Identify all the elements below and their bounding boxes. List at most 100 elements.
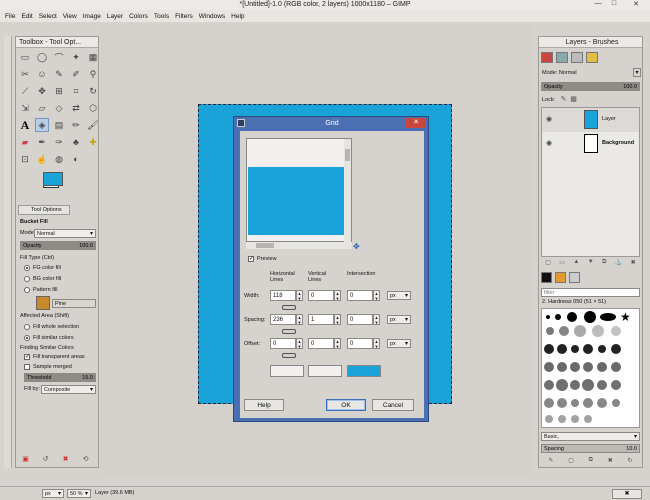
menu-image[interactable]: Image (83, 13, 101, 20)
whole-selection-radio[interactable] (24, 324, 30, 330)
gradients-tab-icon[interactable] (569, 272, 580, 283)
menu-layer[interactable]: Layer (107, 13, 123, 20)
minimize-button[interactable]: — (590, 0, 606, 10)
offset-v-input[interactable]: 0 (308, 338, 334, 349)
unit-select[interactable]: px (42, 489, 64, 498)
menu-select[interactable]: Select (39, 13, 57, 20)
convolve-icon[interactable]: ◍ (52, 152, 66, 166)
pencil-icon[interactable]: ✏ (69, 118, 83, 132)
preview-vscroll[interactable] (344, 139, 351, 243)
foreground-select-icon[interactable]: ☺ (35, 67, 49, 81)
airbrush-icon[interactable]: ✒ (35, 135, 49, 149)
width-i-stepper[interactable]: ▲ ▼ (373, 290, 380, 301)
layers-tab-icon[interactable] (541, 52, 553, 63)
brush-filter-input[interactable]: filter (541, 288, 640, 297)
spacing-v-stepper[interactable]: ▲ ▼ (334, 314, 341, 325)
measure-icon[interactable]: ⟋ (18, 84, 32, 98)
maximize-button[interactable]: □ (606, 0, 622, 10)
raise-layer-icon[interactable]: ▲ (573, 259, 579, 269)
paths-icon[interactable]: ✎ (52, 67, 66, 81)
similar-colors-radio[interactable] (24, 335, 30, 341)
brush-set-select[interactable]: Basic, (541, 432, 640, 441)
menu-filters[interactable]: Filters (175, 13, 193, 20)
navigate-icon[interactable]: ✥ (353, 242, 360, 251)
restore-preset-icon[interactable]: ↺ (41, 455, 50, 464)
brushes-tab-icon[interactable] (541, 272, 552, 283)
width-v-input[interactable]: 0 (308, 290, 334, 301)
cancel-button[interactable]: Cancel (372, 399, 414, 411)
lock-alpha-icon[interactable]: ▦ (569, 95, 578, 104)
menu-edit[interactable]: Edit (21, 13, 32, 20)
new-brush-icon[interactable]: ▢ (568, 457, 574, 467)
rect-select-icon[interactable]: ▭ (18, 50, 32, 64)
offset-i-stepper[interactable]: ▲ ▼ (373, 338, 380, 349)
text-icon[interactable]: A (18, 118, 32, 132)
bucket-fill-icon[interactable]: ◈ (35, 118, 49, 132)
delete-brush-icon[interactable]: ✖ (608, 457, 613, 467)
menu-help[interactable]: Help (231, 13, 244, 20)
free-select-icon[interactable]: ⌒ (52, 50, 66, 64)
width-unit-select[interactable]: px (387, 291, 411, 300)
duplicate-brush-icon[interactable]: ⧉ (589, 457, 593, 467)
width-h-stepper[interactable]: ▲ ▼ (296, 290, 303, 301)
close-button[interactable]: ✕ (622, 0, 650, 10)
crop-icon[interactable]: ⌗ (69, 84, 83, 98)
patterns-tab-icon[interactable] (555, 272, 566, 283)
reset-icon[interactable]: ⟲ (81, 455, 90, 464)
menu-file[interactable]: File (5, 13, 15, 20)
scissors-icon[interactable]: ✂ (18, 67, 32, 81)
offset-h-stepper[interactable]: ▲ ▼ (296, 338, 303, 349)
lower-layer-icon[interactable]: ▼ (588, 259, 594, 269)
fuzzy-select-icon[interactable]: ✦ (69, 50, 83, 64)
clone-icon[interactable]: ♣ (69, 135, 83, 149)
brush-grid[interactable]: ★ (541, 308, 640, 428)
fg-fill-radio[interactable] (24, 265, 30, 271)
opacity-slider[interactable]: Opacity 100.0 (20, 241, 96, 250)
layer-mode-value[interactable]: Normal (559, 70, 577, 76)
eye-icon[interactable]: ◉ (546, 139, 552, 147)
spacing-unit-select[interactable]: px (387, 315, 411, 324)
spacing-chain-icon[interactable] (282, 329, 296, 334)
refresh-brushes-icon[interactable]: ↻ (628, 457, 633, 467)
spacing-i-input[interactable]: 0 (347, 314, 373, 325)
offset-chain-icon[interactable] (282, 353, 296, 358)
width-h-input[interactable]: 118 (270, 290, 296, 301)
color-select-icon[interactable]: ▦ (86, 50, 100, 64)
zoom-icon[interactable]: ⚲ (86, 67, 100, 81)
offset-i-input[interactable]: 0 (347, 338, 373, 349)
delete-preset-icon[interactable]: ✖ (61, 455, 70, 464)
eraser-icon[interactable]: ▰ (18, 135, 32, 149)
delete-layer-icon[interactable]: ✖ (631, 259, 636, 269)
dodge-burn-icon[interactable]: ◐ (69, 152, 83, 166)
zoom-select[interactable]: 50 % (67, 489, 91, 498)
mode-select[interactable]: Normal (34, 229, 96, 238)
pattern-fill-radio[interactable] (24, 287, 30, 293)
ink-icon[interactable]: ✑ (52, 135, 66, 149)
threshold-slider[interactable]: Threshold 15.0 (24, 373, 96, 382)
paintbrush-icon[interactable]: 🖌 (86, 118, 100, 132)
anchor-layer-icon[interactable]: ⚓ (615, 259, 622, 269)
lock-pixels-icon[interactable]: ✎ (559, 95, 568, 104)
menu-view[interactable]: View (63, 13, 77, 20)
hlines-color-button[interactable] (270, 365, 304, 377)
new-group-icon[interactable]: ▭ (559, 259, 565, 269)
spacing-h-stepper[interactable]: ▲ ▼ (296, 314, 303, 325)
brush-spacing-slider[interactable]: Spacing 10.0 (541, 444, 640, 453)
help-button[interactable]: Help (244, 399, 284, 411)
duplicate-layer-icon[interactable]: ⧉ (602, 259, 606, 269)
scale-icon[interactable]: ⇲ (18, 101, 32, 115)
spacing-h-input[interactable]: 236 (270, 314, 296, 325)
flip-icon[interactable]: ⇄ (69, 101, 83, 115)
shear-icon[interactable]: ▱ (35, 101, 49, 115)
menu-windows[interactable]: Windows (199, 13, 225, 20)
dialog-close-icon[interactable]: ✕ (406, 118, 426, 128)
edit-brush-icon[interactable]: ✎ (548, 457, 553, 467)
fg-color-swatch[interactable] (43, 172, 63, 186)
pattern-swatch[interactable] (36, 296, 50, 310)
tab-tool-options[interactable]: Tool Options (18, 205, 70, 215)
layer-row[interactable]: ◉ Background (542, 132, 639, 156)
heal-icon[interactable]: ✚ (86, 135, 100, 149)
spacing-i-stepper[interactable]: ▲ ▼ (373, 314, 380, 325)
ok-button[interactable]: OK (326, 399, 366, 411)
preview-checkbox[interactable]: ✓ (248, 256, 254, 262)
